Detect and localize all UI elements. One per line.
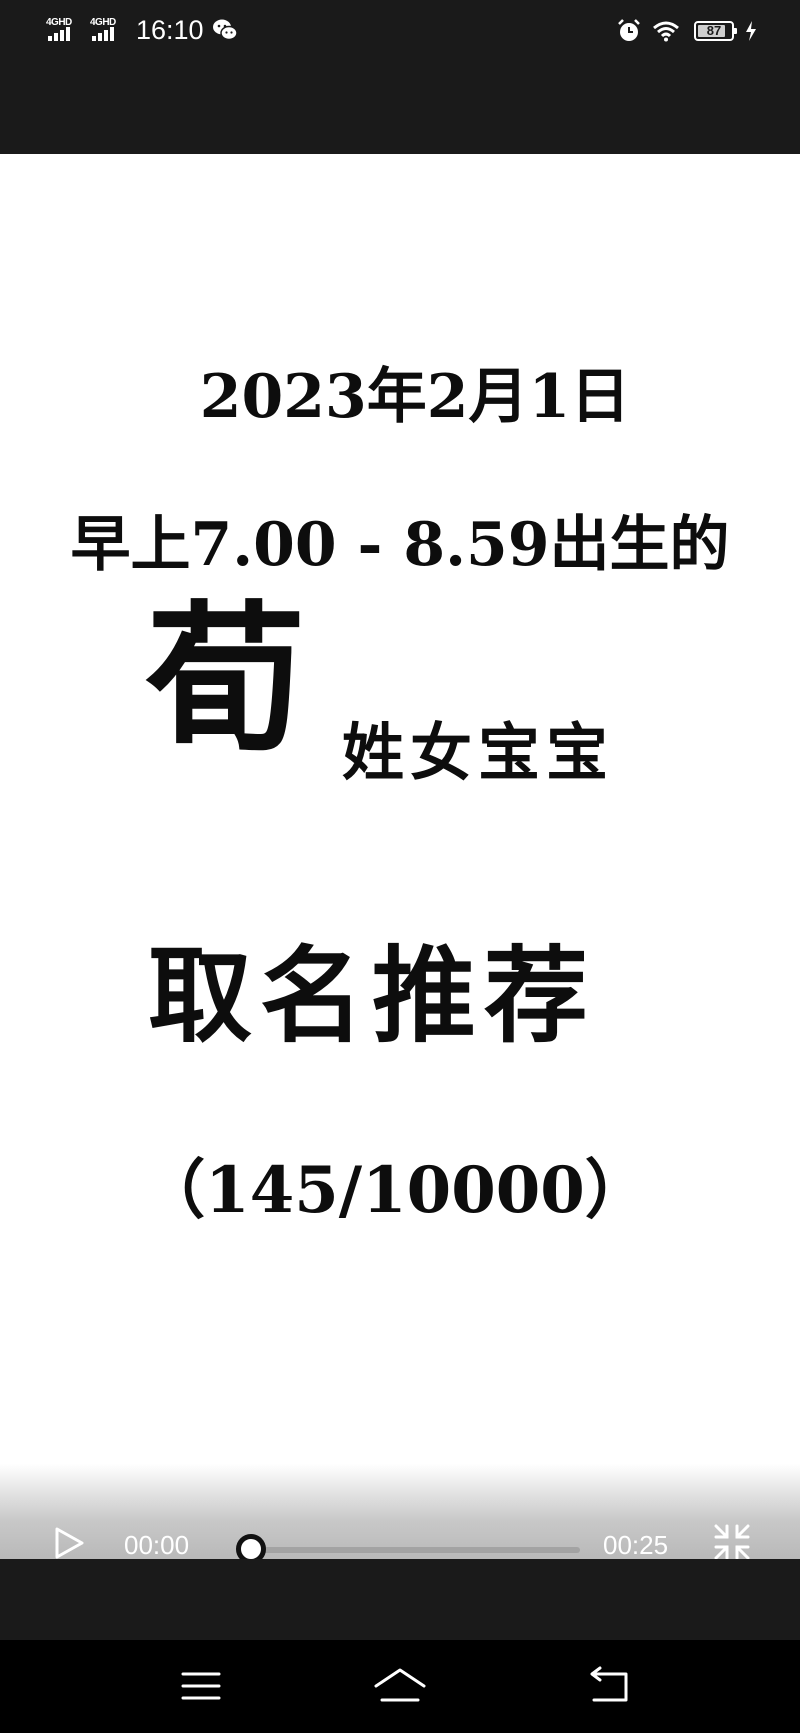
charging-icon	[746, 21, 756, 41]
date-line: 2023年2月1日	[199, 362, 631, 432]
home-icon[interactable]	[372, 1664, 428, 1708]
baby-text: 姓女宝宝	[342, 716, 615, 789]
navigation-bar	[0, 1640, 800, 1733]
signal-bars-icon	[92, 27, 114, 41]
alarm-icon	[618, 19, 640, 41]
player-controls: 00:00 00:25	[0, 1464, 800, 1559]
signal-1: 4GHD	[46, 15, 82, 45]
time-line: 早上7.00 - 8.59出生的	[70, 510, 730, 580]
status-bar: 4GHD 4GHD 16:10 87	[0, 0, 800, 60]
clock-time: 16:10	[136, 14, 204, 45]
status-left: 4GHD 4GHD 16:10	[46, 14, 238, 46]
current-time: 00:00	[124, 1530, 190, 1559]
wifi-icon	[653, 21, 679, 42]
exit-fullscreen-icon[interactable]	[712, 1522, 752, 1559]
lower-black-area	[0, 1559, 800, 1639]
wechat-icon	[212, 19, 238, 41]
progress-bar[interactable]	[250, 1547, 580, 1553]
video-frame[interactable]: 2023年2月1日 早上7.00 - 8.59出生的 荀 姓女宝宝 取名推荐 （…	[0, 154, 800, 1559]
progress-thumb[interactable]	[236, 1534, 266, 1559]
menu-icon[interactable]	[173, 1664, 229, 1708]
signal-2: 4GHD	[90, 15, 126, 45]
battery-indicator: 87	[694, 21, 737, 41]
recommend-title: 取名推荐	[148, 934, 597, 1057]
surname-character: 荀	[146, 585, 307, 773]
count-text: （145/10000）	[141, 1153, 649, 1228]
back-icon[interactable]	[582, 1664, 638, 1708]
battery-percent: 87	[706, 23, 722, 38]
duration-time: 00:25	[603, 1530, 669, 1559]
play-icon[interactable]	[52, 1526, 86, 1559]
signal-bars-icon	[48, 27, 70, 41]
status-right: 87	[616, 16, 758, 46]
